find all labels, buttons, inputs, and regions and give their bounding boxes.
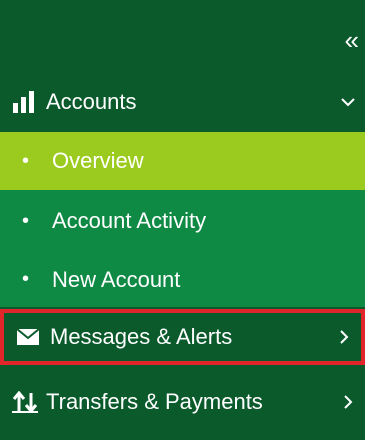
subitem-overview[interactable]: • Overview <box>0 132 365 190</box>
subitem-label: Account Activity <box>52 208 207 233</box>
sidebar-item-transfers-payments[interactable]: Transfers & Payments <box>0 372 365 432</box>
subitem-account-activity[interactable]: • Account Activity <box>0 190 365 252</box>
sidebar-item-messages-alerts[interactable]: Messages & Alerts <box>0 309 365 365</box>
navigation-sidebar: « Accounts • Overview • Account Activity… <box>0 0 365 440</box>
transfer-arrows-icon <box>12 391 46 413</box>
sidebar-item-label: Messages & Alerts <box>50 324 233 349</box>
bullet-icon: • <box>22 149 30 172</box>
bullet-icon: • <box>22 268 30 290</box>
sidebar-item-label: Accounts <box>46 89 137 114</box>
envelope-icon <box>16 328 50 346</box>
sidebar-item-accounts[interactable]: Accounts <box>0 72 365 132</box>
double-chevron-left-icon: « <box>344 25 360 55</box>
sidebar-item-label: Transfers & Payments <box>46 389 263 414</box>
collapse-sidebar-button[interactable]: « <box>0 18 365 62</box>
chevron-down-icon <box>331 96 365 108</box>
subitem-new-account[interactable]: • New Account <box>0 252 365 307</box>
chevron-right-icon <box>331 394 365 410</box>
subitem-label: New Account <box>52 266 181 292</box>
chevron-right-icon <box>327 329 361 345</box>
bullet-icon: • <box>22 209 30 232</box>
bar-chart-icon <box>12 91 46 113</box>
subitem-label: Overview <box>52 148 144 173</box>
